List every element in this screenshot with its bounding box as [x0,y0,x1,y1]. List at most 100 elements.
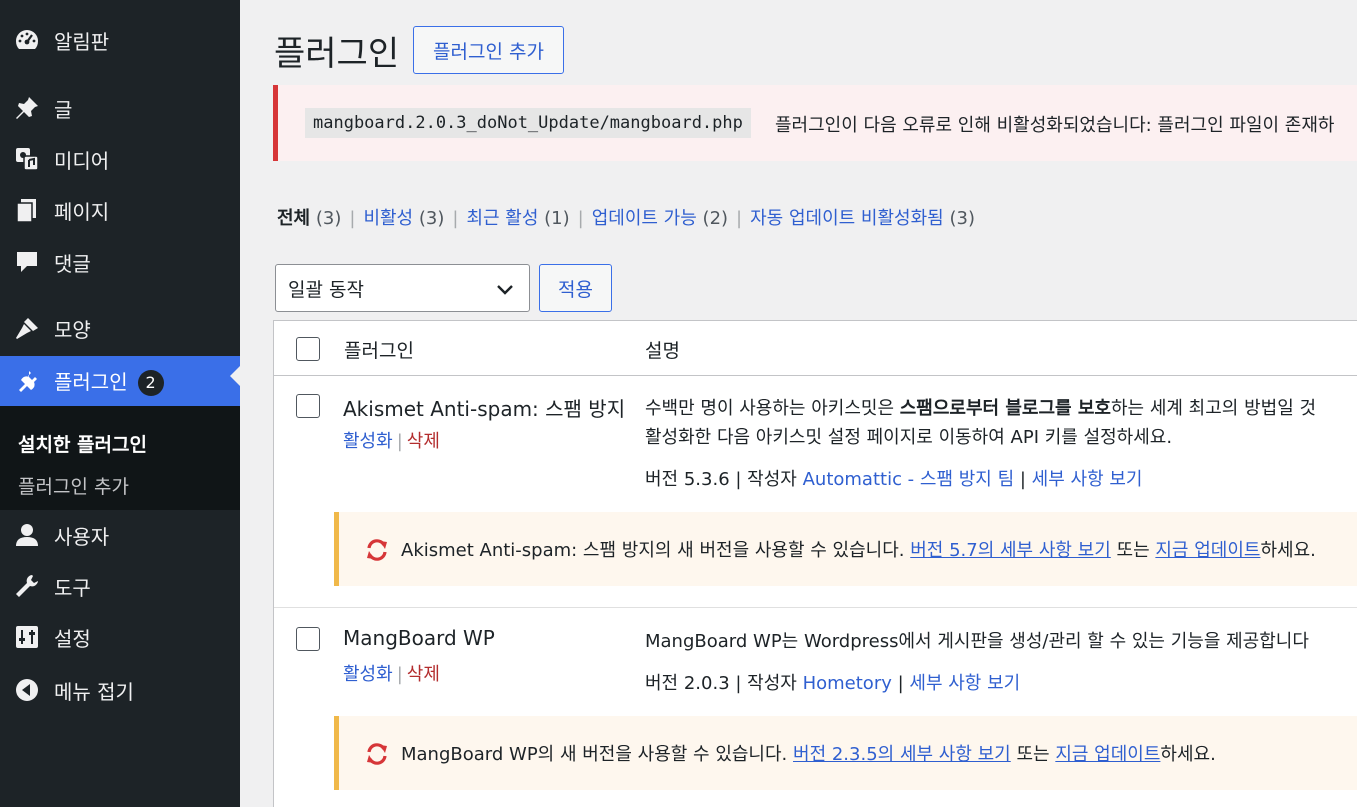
version-details-link[interactable]: 버전 5.7의 세부 사항 보기 [910,540,1111,561]
sidebar-item-pages[interactable]: 페이지 [0,190,240,230]
filter-all[interactable]: 전체 [277,208,310,229]
plugin-version: 버전 2.0.3 [645,673,730,694]
sidebar-label: 메뉴 접기 [54,679,134,704]
update-icon [367,743,387,765]
filter-recently-active[interactable]: 최근 활성 [466,208,538,229]
brush-icon [14,315,40,341]
filter-separator: | [736,208,743,229]
filter-auto-update-disabled[interactable]: 자동 업데이트 비활성화됨 [750,208,944,229]
activate-link[interactable]: 활성화 [343,431,393,452]
desc-text: 하는 세계 최고의 방법일 것 [1111,398,1317,419]
version-details-link[interactable]: 버전 2.3.5의 세부 사항 보기 [793,744,1011,765]
sidebar-item-appearance[interactable]: 모양 [0,308,240,348]
action-separator: | [396,664,403,685]
sidebar-item-collapse[interactable]: 메뉴 접기 [0,670,240,710]
sidebar-item-posts[interactable]: 글 [0,88,240,128]
plugin-description: MangBoard WP는 Wordpress에서 게시판을 생성/관리 할 수… [645,631,1309,652]
sidebar-item-settings[interactable]: 설정 [0,617,240,657]
update-text: 또는 [1010,744,1056,765]
plugin-checkbox[interactable] [296,627,320,651]
row-divider [274,607,1357,608]
filter-separator: | [349,208,356,229]
add-plugin-button[interactable]: 플러그인 추가 [413,26,564,74]
comment-icon [14,249,40,275]
plugin-name: Akismet Anti-spam: 스팸 방지 [343,397,626,421]
sidebar-label: 페이지 [54,199,110,224]
plugin-description: 수백만 명이 사용하는 아키스밋은 스팸으로부터 블로그를 보호하는 세계 최고… [645,394,1316,420]
view-details-link[interactable]: 세부 사항 보기 [909,673,1020,694]
view-details-link[interactable]: 세부 사항 보기 [1032,469,1143,490]
filter-count: (2) [702,208,729,229]
filter-upgrade[interactable]: 업데이트 가능 [592,208,697,229]
sidebar-item-tools[interactable]: 도구 [0,566,240,606]
plugin-meta: 버전 5.3.6 | 작성자 Automattic - 스팸 방지 팀 | 세부… [645,469,1143,490]
filter-count: (3) [418,208,445,229]
action-separator: | [396,431,403,452]
admin-sidebar: 알림판 글 미디어 페이지 댓글 모양 플러그인 2 설치한 플러그인 플러그인… [0,0,240,807]
plugin-name: MangBoard WP [343,626,495,650]
bulk-action-selected: 일괄 동작 [288,278,364,301]
filter-separator: | [577,208,584,229]
plugins-submenu: 설치한 플러그인 플러그인 추가 [0,406,240,510]
plugin-meta: 버전 2.0.3 | 작성자 Hometory | 세부 사항 보기 [645,673,1021,694]
sidebar-label: 모양 [54,317,91,342]
filter-inactive[interactable]: 비활성 [363,208,413,229]
row-actions: 활성화 | 삭제 [343,660,440,686]
update-count-badge: 2 [137,370,164,397]
update-text: 또는 [1110,540,1156,561]
author-label: 작성자 [747,469,797,490]
plugin-version: 버전 5.3.6 [645,469,730,490]
plugins-table: 플러그인 설명 Akismet Anti-spam: 스팸 방지 활성화 | 삭제 … [273,320,1357,807]
update-message: Akismet Anti-spam: 스팸 방지의 새 버전을 사용할 수 있습… [401,536,1316,562]
delete-link[interactable]: 삭제 [407,431,440,452]
select-all-checkbox[interactable] [296,337,320,361]
plugin-checkbox[interactable] [296,394,320,418]
plugin-path-code: mangboard.2.0.3_doNot_Update/mangboard.p… [305,108,751,138]
error-notice: mangboard.2.0.3_doNot_Update/mangboard.p… [273,85,1357,161]
update-icon [367,539,387,561]
submenu-installed-plugins[interactable]: 설치한 플러그인 [18,430,147,457]
page-title: 플러그인 [274,34,400,74]
sidebar-label: 도구 [54,575,91,600]
sidebar-label: 미디어 [54,148,110,173]
dashboard-icon [14,27,40,53]
sidebar-item-comments[interactable]: 댓글 [0,242,240,282]
update-text: 하세요. [1160,744,1216,765]
user-icon [14,522,40,548]
update-notice: MangBoard WP의 새 버전을 사용할 수 있습니다. 버전 2.3.5… [334,716,1357,790]
row-actions: 활성화 | 삭제 [343,427,440,453]
sidebar-item-users[interactable]: 사용자 [0,515,240,555]
apply-button[interactable]: 적용 [539,264,612,312]
desc-bold-text: 스팸으로부터 블로그를 보호 [899,398,1111,419]
wrench-icon [14,573,40,599]
author-label: 작성자 [747,673,797,694]
pages-icon [14,197,40,223]
delete-link[interactable]: 삭제 [407,664,440,685]
update-now-link[interactable]: 지금 업데이트 [1055,744,1160,765]
sidebar-item-dashboard[interactable]: 알림판 [0,20,240,60]
author-link[interactable]: Automattic - 스팸 방지 팀 [803,469,1015,490]
sidebar-label: 플러그인 2 [54,366,164,397]
sidebar-item-plugins[interactable]: 플러그인 2 [0,356,240,406]
sidebar-label: 사용자 [54,524,110,549]
activate-link[interactable]: 활성화 [343,664,393,685]
sidebar-label: 알림판 [54,29,110,54]
plugin-icon [14,368,40,394]
media-icon [14,146,40,172]
update-text: MangBoard WP의 새 버전을 사용할 수 있습니다. [401,744,794,765]
submenu-add-plugin[interactable]: 플러그인 추가 [18,472,129,499]
error-message: 플러그인이 다음 오류로 인해 비활성화되었습니다: 플러그인 파일이 존재하 [775,115,1335,136]
update-text: 하세요. [1260,540,1316,561]
author-link[interactable]: Hometory [803,673,892,694]
update-now-link[interactable]: 지금 업데이트 [1155,540,1260,561]
table-header: 플러그인 설명 [274,321,1357,376]
pin-icon [14,95,40,121]
status-filters: 전체 (3) | 비활성 (3) | 최근 활성 (1) | 업데이트 가능 (2) | 자동 … [277,204,975,230]
filter-count: (3) [949,208,975,229]
filter-count: (1) [544,208,570,229]
column-header-description: 설명 [645,340,680,362]
collapse-icon [14,677,40,703]
column-header-plugin: 플러그인 [344,340,414,362]
bulk-action-select[interactable]: 일괄 동작 [275,264,530,312]
sidebar-item-media[interactable]: 미디어 [0,139,240,179]
